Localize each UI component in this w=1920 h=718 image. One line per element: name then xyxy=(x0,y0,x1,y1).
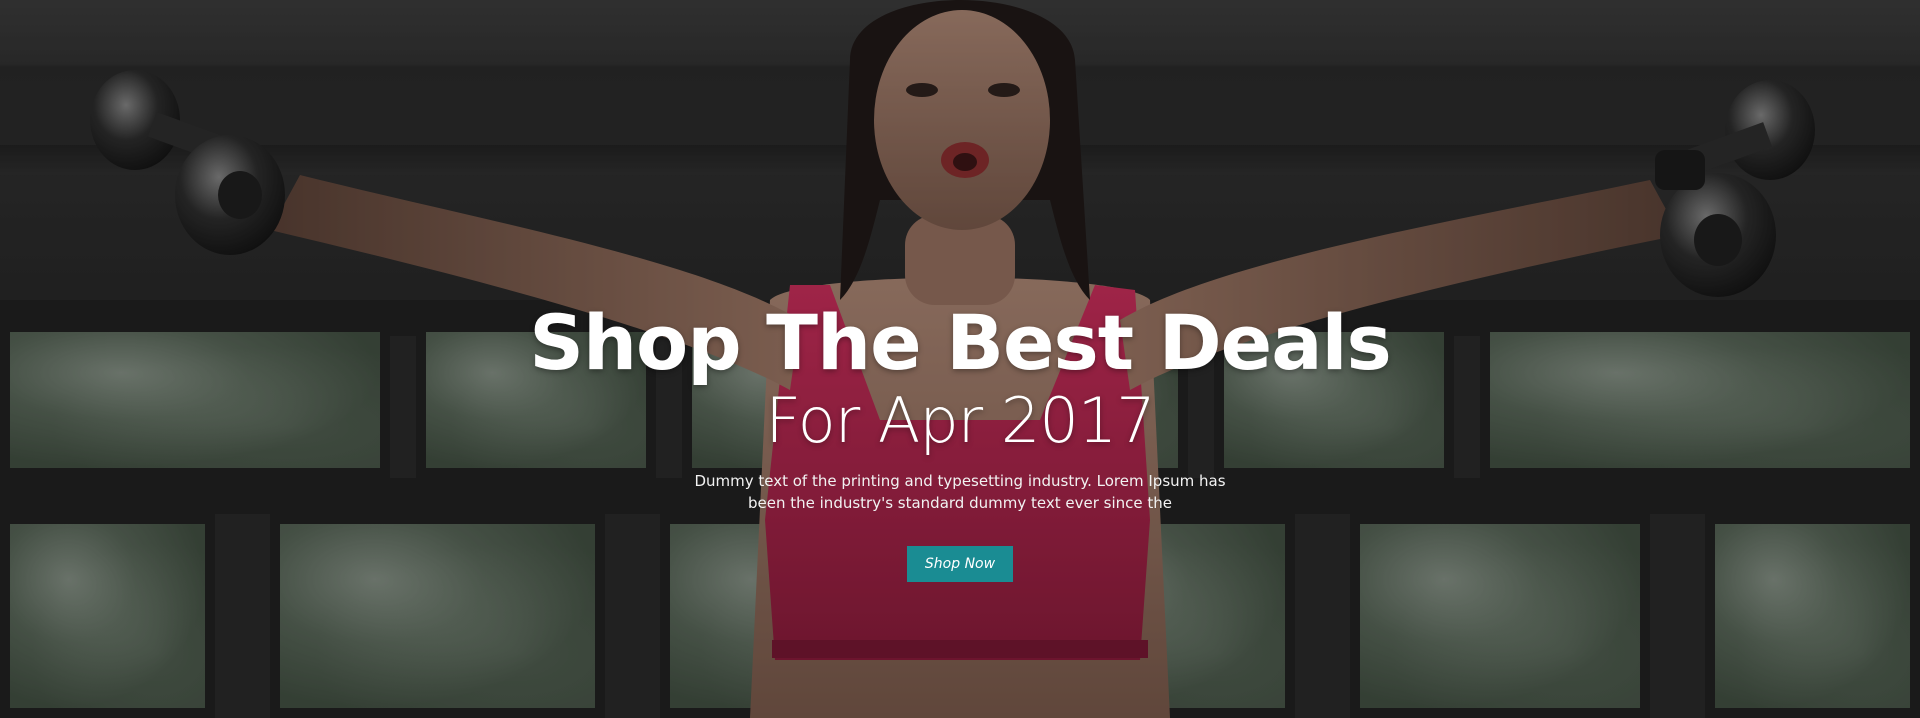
hero-content: Shop The Best Deals For Apr 2017 Dummy t… xyxy=(0,0,1920,718)
hero-subheadline: For Apr 2017 xyxy=(765,384,1155,457)
hero-banner: Shop The Best Deals For Apr 2017 Dummy t… xyxy=(0,0,1920,718)
hero-headline: Shop The Best Deals xyxy=(529,298,1392,387)
shop-now-button[interactable]: Shop Now xyxy=(907,546,1013,582)
hero-description: Dummy text of the printing and typesetti… xyxy=(694,472,1226,512)
